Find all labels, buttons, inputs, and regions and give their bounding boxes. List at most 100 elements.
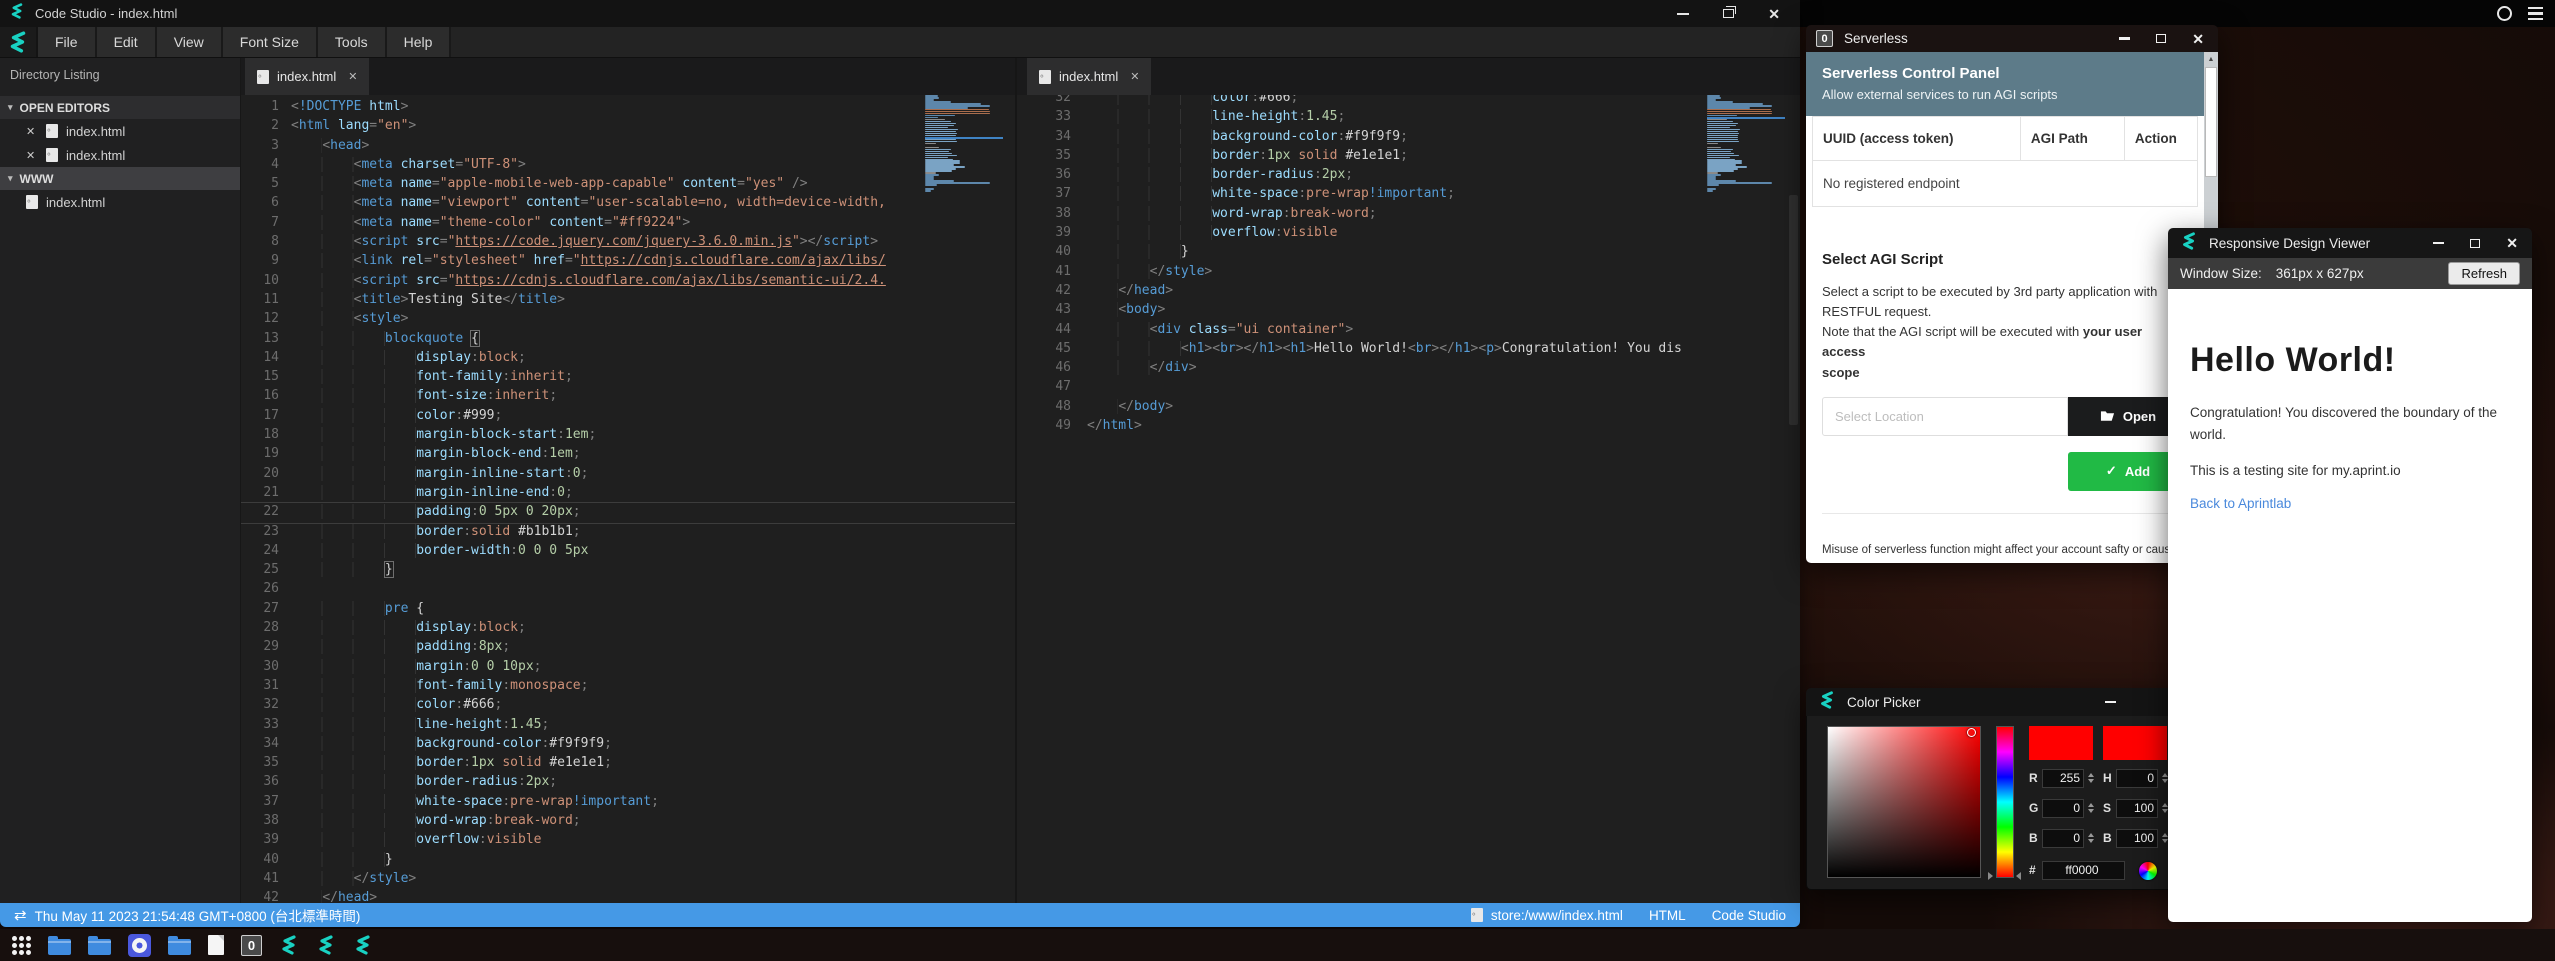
- folder-icon[interactable]: [88, 939, 111, 955]
- minimap[interactable]: [1707, 95, 1785, 192]
- hex-input[interactable]: ff0000: [2042, 861, 2125, 880]
- menu-icon[interactable]: [2528, 7, 2543, 21]
- close-icon[interactable]: ✕: [2192, 32, 2204, 46]
- line-text: </div>: [1087, 358, 1687, 377]
- preview-page: Hello World! Congratulation! You discove…: [2168, 289, 2532, 922]
- close-tab-icon[interactable]: ✕: [1130, 70, 1139, 83]
- menu-item-tools[interactable]: Tools: [318, 27, 387, 57]
- status-language[interactable]: HTML: [1649, 908, 1686, 923]
- code-editor[interactable]: 32 color:#666;33 line-height:1.45;34 bac…: [1017, 95, 1800, 903]
- line-number: 29: [241, 637, 291, 656]
- line-text: </style>: [1087, 262, 1687, 281]
- tab-index-html[interactable]: index.html ✕: [1027, 58, 1151, 95]
- maximize-icon[interactable]: [2156, 34, 2166, 43]
- title-bar[interactable]: 0 Serverless ✕: [1806, 25, 2218, 52]
- line-text: <meta name="apple-mobile-web-app-capable…: [291, 174, 916, 193]
- code-line: 40 }: [241, 850, 1015, 869]
- tab-label: index.html: [277, 69, 336, 84]
- field-value-input[interactable]: 255: [2042, 769, 2084, 788]
- media-app-icon[interactable]: [128, 934, 151, 957]
- loader-circle-icon[interactable]: [2497, 6, 2512, 21]
- field-value-input[interactable]: 0: [2042, 829, 2084, 848]
- field-value-input[interactable]: 0: [2116, 769, 2158, 788]
- status-file-path[interactable]: store:/www/index.html: [1491, 908, 1623, 923]
- menu-item-view[interactable]: View: [157, 27, 223, 57]
- sidebar-section-open-editors[interactable]: ▾OPEN EDITORS: [0, 96, 240, 119]
- menu-item-font-size[interactable]: Font Size: [223, 27, 318, 57]
- minimize-icon[interactable]: [2119, 37, 2130, 40]
- close-tab-icon[interactable]: ✕: [348, 70, 357, 83]
- line-number: 7: [241, 213, 291, 232]
- field-label: R: [2029, 771, 2042, 785]
- minimize-icon[interactable]: [1677, 13, 1689, 15]
- field-value-input[interactable]: 0: [2042, 799, 2084, 818]
- code-line: 18 margin-block-start:1em;: [241, 425, 1015, 444]
- line-number: 43: [1017, 300, 1087, 319]
- refresh-button[interactable]: Refresh: [2448, 262, 2520, 285]
- title-bar[interactable]: Responsive Design Viewer ✕: [2168, 228, 2532, 258]
- color-picker-handle[interactable]: [1967, 728, 1976, 737]
- minimize-icon[interactable]: [2105, 701, 2116, 704]
- serverless-window: 0 Serverless ✕ ▲ Serverless Control Pane…: [1806, 25, 2218, 563]
- title-bar[interactable]: Code Studio - index.html ✕: [0, 0, 1800, 27]
- sidebar-item-index.html[interactable]: index.html: [0, 190, 240, 214]
- close-icon[interactable]: ✕: [26, 125, 38, 138]
- code-studio-app-icon[interactable]: [279, 935, 299, 955]
- column-header: UUID (access token): [1813, 117, 2021, 161]
- location-input[interactable]: Select Location: [1822, 397, 2068, 436]
- menu-item-help[interactable]: Help: [387, 27, 452, 57]
- sidebar-item-index.html[interactable]: ✕index.html: [0, 119, 240, 143]
- field-label: B: [2103, 831, 2116, 845]
- field-value-input[interactable]: 100: [2116, 799, 2158, 818]
- saturation-value-area[interactable]: [1827, 726, 1981, 878]
- scrollbar-thumb[interactable]: [1789, 195, 1798, 425]
- back-link[interactable]: Back to Aprintlab: [2190, 496, 2291, 511]
- app-grid-icon[interactable]: [12, 936, 31, 955]
- code-editor[interactable]: 1<!DOCTYPE html>2<html lang="en">3 <head…: [241, 95, 1015, 903]
- hue-slider[interactable]: [1996, 726, 2014, 878]
- folder-icon[interactable]: [168, 939, 191, 955]
- window-size-label: Window Size:: [2180, 266, 2262, 281]
- menu-item-file[interactable]: File: [38, 27, 97, 57]
- line-text: [291, 579, 916, 598]
- line-number: 47: [1017, 377, 1087, 396]
- stepper-icon[interactable]: [2086, 833, 2095, 843]
- minimize-icon[interactable]: [2433, 242, 2444, 245]
- tab-index-html[interactable]: index.html ✕: [245, 58, 369, 95]
- stepper-icon[interactable]: [2086, 773, 2095, 783]
- title-bar[interactable]: Color Picker: [1806, 688, 2186, 716]
- folder-icon[interactable]: [48, 939, 71, 955]
- document-icon[interactable]: [208, 935, 224, 955]
- code-line: 46 </div>: [1017, 358, 1800, 377]
- menu-item-edit[interactable]: Edit: [97, 27, 157, 57]
- close-icon[interactable]: ✕: [26, 149, 38, 162]
- close-icon[interactable]: ✕: [2506, 236, 2518, 250]
- text-line: scope: [1822, 363, 2188, 383]
- scroll-up-icon[interactable]: ▲: [2204, 52, 2218, 63]
- editor-pane-2[interactable]: index.html ✕ 32 color:#666;33 line-heigh…: [1015, 58, 1800, 903]
- serverless-app-icon[interactable]: 0: [241, 935, 262, 956]
- code-studio-logo-icon: [1818, 691, 1836, 714]
- sidebar-item-index.html[interactable]: ✕index.html: [0, 143, 240, 167]
- code-studio-app-icon[interactable]: [316, 935, 336, 955]
- code-line: 1<!DOCTYPE html>: [241, 97, 1015, 116]
- editor-pane-1[interactable]: index.html ✕ 1<!DOCTYPE html>2<html lang…: [240, 58, 1015, 903]
- close-icon[interactable]: ✕: [1768, 7, 1780, 21]
- scrollbar-thumb[interactable]: [2205, 67, 2217, 177]
- line-text: display:block;: [291, 348, 916, 367]
- minimap[interactable]: [925, 95, 1003, 192]
- line-number: 35: [1017, 146, 1087, 165]
- code-line: 27 pre {: [241, 599, 1015, 618]
- warning-text: Misuse of serverless function might affe…: [1806, 528, 2204, 563]
- color-wheel-icon[interactable]: [2139, 862, 2157, 880]
- sidebar-section-www[interactable]: ▾WWW: [0, 167, 240, 190]
- line-text: font-family:monospace;: [291, 676, 916, 695]
- field-value-input[interactable]: 100: [2116, 829, 2158, 848]
- restore-icon[interactable]: [1723, 9, 1734, 18]
- stepper-icon[interactable]: [2086, 803, 2095, 813]
- color-field-g: G0: [2029, 798, 2095, 818]
- code-line: 7 <meta name="theme-color" content="#ff9…: [241, 213, 1015, 232]
- line-text: border:solid #b1b1b1;: [291, 522, 916, 541]
- maximize-icon[interactable]: [2470, 239, 2480, 248]
- code-studio-app-icon[interactable]: [353, 935, 373, 955]
